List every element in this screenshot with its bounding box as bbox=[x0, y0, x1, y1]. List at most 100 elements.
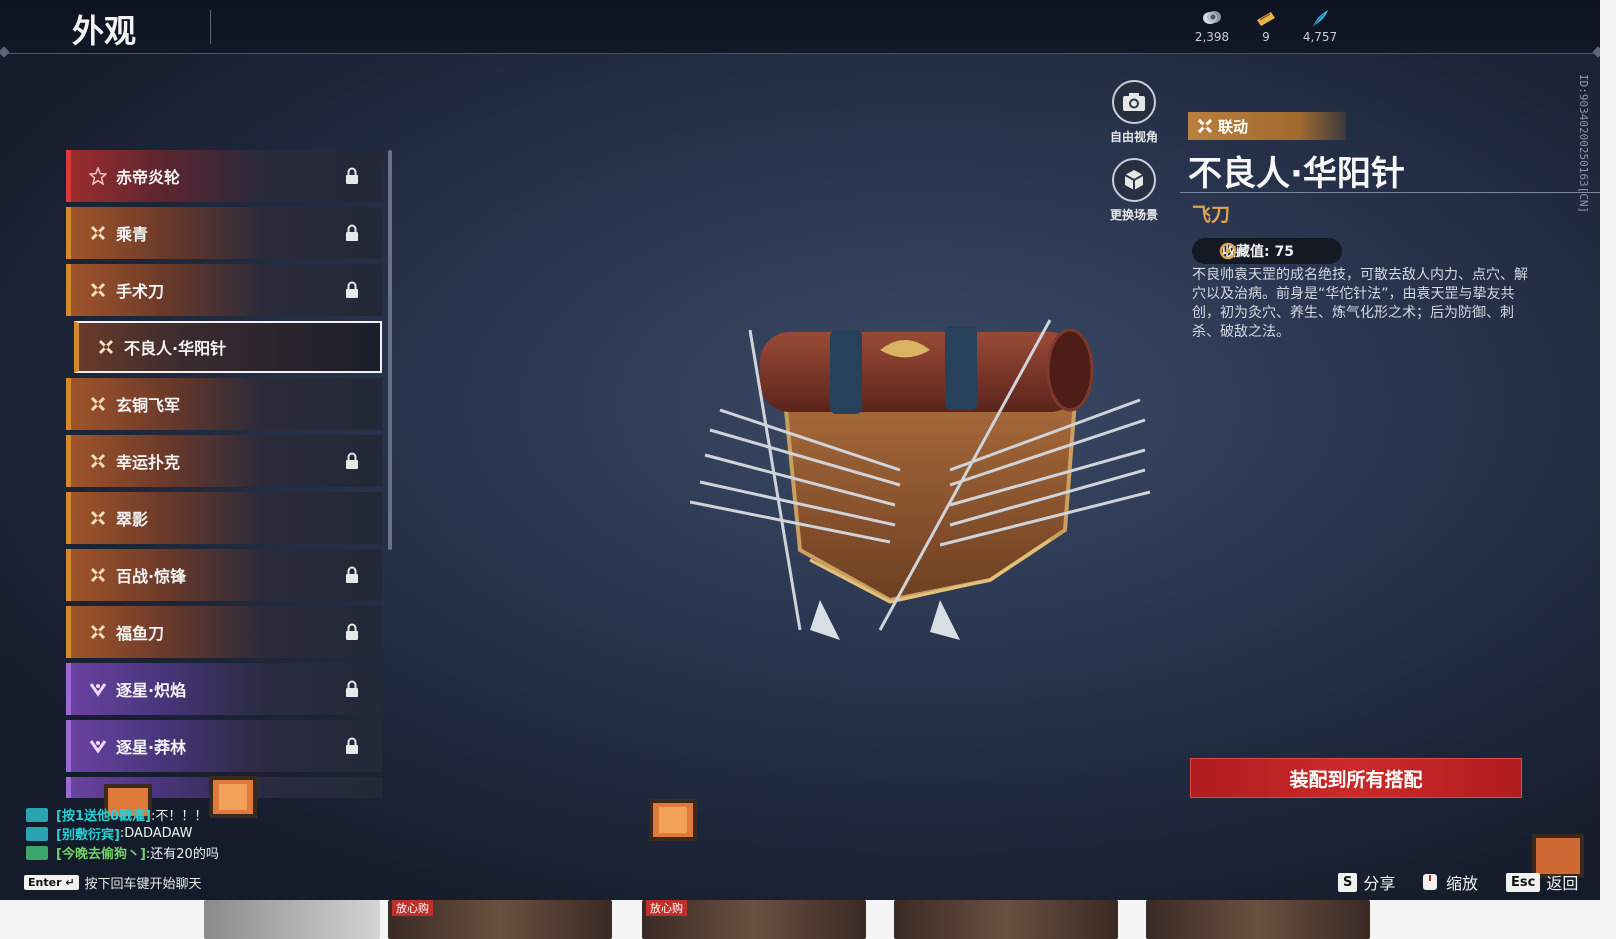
rarity-chevron-icon bbox=[89, 683, 107, 697]
game-screen: 外观 2,398 9 4,757 赤帝炎轮 乘青 手术刀 不良人·华阳针 玄铜飞… bbox=[0, 0, 1600, 900]
lock-icon bbox=[346, 566, 358, 583]
free-view-button[interactable]: 自由视角 bbox=[1099, 80, 1169, 145]
equip-all-button[interactable]: 装配到所有搭配 bbox=[1190, 758, 1522, 798]
coin-icon bbox=[1203, 11, 1221, 24]
chat-sender[interactable]: [别敷衍宾] bbox=[56, 824, 120, 843]
feather-icon bbox=[1312, 10, 1328, 27]
mouse-icon bbox=[1423, 874, 1437, 890]
list-item[interactable]: 百战·惊锋 bbox=[66, 549, 382, 601]
list-item[interactable]: 逐星·炽焰 bbox=[66, 663, 382, 715]
taskbar-badge: 放心购 bbox=[646, 900, 687, 916]
chat-box: [按1送他0戳灌] :不！！！ [别敷衍宾] :DADADAW [今晚去偷狗丶]… bbox=[26, 805, 219, 862]
taskbar: 放心购 放心购 bbox=[0, 900, 1616, 939]
lock-icon bbox=[346, 452, 358, 469]
rarity-cross-icon bbox=[90, 624, 106, 640]
chat-channel-icon bbox=[26, 845, 48, 860]
lock-icon bbox=[346, 281, 358, 298]
share-key: S bbox=[1338, 872, 1358, 892]
rarity-cross-icon bbox=[90, 225, 106, 241]
taskbar-thumbnail[interactable] bbox=[204, 900, 380, 939]
chat-sender[interactable]: [今晚去偷狗丶] bbox=[56, 843, 146, 862]
currency-coin-value: 2,398 bbox=[1194, 30, 1230, 44]
item-name: 逐星·莽林 bbox=[116, 738, 187, 757]
taskbar-thumbnail[interactable] bbox=[894, 900, 1118, 939]
lock-icon bbox=[346, 680, 358, 697]
item-name: 手术刀 bbox=[116, 282, 165, 301]
collab-icon bbox=[1197, 118, 1213, 134]
title-divider bbox=[1180, 192, 1600, 193]
top-bar: 外观 2,398 9 4,757 bbox=[0, 0, 1600, 54]
list-item[interactable]: 幸运扑克 bbox=[66, 435, 382, 487]
cube-icon bbox=[1112, 158, 1156, 202]
item-name: 玄铜飞军 bbox=[116, 396, 181, 415]
list-scrollbar[interactable] bbox=[388, 150, 392, 550]
share-label: 分享 bbox=[1363, 874, 1396, 893]
chat-message: :还有20的吗 bbox=[145, 847, 219, 862]
rarity-cross-icon bbox=[90, 453, 106, 469]
taskbar-badge: 放心购 bbox=[392, 900, 433, 916]
chat-input-hint[interactable]: Enter ↵ 按下回车键开始聊天 bbox=[24, 873, 202, 892]
free-view-label: 自由视角 bbox=[1109, 130, 1158, 144]
taskbar-thumbnail[interactable]: 放心购 bbox=[642, 900, 866, 939]
browser-side-strip bbox=[1600, 0, 1616, 900]
rarity-chevron-icon bbox=[89, 740, 107, 754]
list-item[interactable]: 逐星·莽林 bbox=[66, 720, 382, 772]
chat-message: :不！！！ bbox=[150, 809, 208, 824]
item-name: 乘青 bbox=[116, 225, 149, 244]
item-name: 幸运扑克 bbox=[116, 453, 181, 472]
item-name: 百战·惊锋 bbox=[116, 567, 187, 586]
appearance-item-list[interactable]: 赤帝炎轮 乘青 手术刀 不良人·华阳针 玄铜飞军 幸运扑克 翠影 百战·惊锋 福… bbox=[66, 150, 384, 798]
star-icon bbox=[89, 167, 107, 185]
list-item[interactable]: 手术刀 bbox=[66, 264, 382, 316]
chat-line: [别敷衍宾] :DADADAW bbox=[26, 824, 219, 843]
lock-icon bbox=[346, 224, 358, 241]
item-description: 不良帅袁天罡的成名绝技，可散去敌人内力、点穴、解穴以及治病。前身是“华佗针法”，… bbox=[1192, 267, 1528, 340]
list-item[interactable]: 玄铜飞军 bbox=[66, 378, 382, 430]
item-name: 福鱼刀 bbox=[116, 624, 165, 643]
chat-line: [按1送他0戳灌] :不！！！ bbox=[26, 805, 219, 824]
list-item[interactable]: 翠影 bbox=[66, 492, 382, 544]
item-name: 赤帝炎轮 bbox=[116, 168, 181, 187]
camera-icon bbox=[1112, 80, 1156, 124]
currency-feather: 4,757 bbox=[1290, 8, 1350, 44]
back-hint[interactable]: Esc 返回 bbox=[1506, 870, 1578, 894]
chat-hint-text: 按下回车键开始聊天 bbox=[84, 877, 202, 892]
change-scene-button[interactable]: 更换场景 bbox=[1099, 158, 1169, 223]
esc-key: Esc bbox=[1506, 872, 1541, 892]
currency-ticket: 9 bbox=[1236, 8, 1296, 44]
ticket-icon bbox=[1257, 12, 1275, 26]
list-item[interactable]: 乘青 bbox=[66, 207, 382, 259]
lantern-decoration bbox=[649, 799, 697, 841]
chat-sender[interactable]: [按1送他0戳灌] bbox=[56, 805, 151, 824]
collection-icon bbox=[1219, 242, 1237, 260]
weapon-model-preview[interactable] bbox=[690, 310, 1190, 670]
collection-value-badge: 收藏值: 75 bbox=[1192, 238, 1342, 264]
lock-icon bbox=[346, 737, 358, 754]
share-hint[interactable]: S 分享 bbox=[1338, 870, 1395, 894]
list-item[interactable]: 赤帝炎轮 bbox=[66, 150, 382, 202]
item-name: 逐星·炽焰 bbox=[116, 681, 187, 700]
currency-coin: 2,398 bbox=[1182, 8, 1242, 44]
taskbar-thumbnail[interactable] bbox=[1146, 900, 1370, 939]
list-item[interactable]: 福鱼刀 bbox=[66, 606, 382, 658]
rarity-cross-icon bbox=[90, 567, 106, 583]
rarity-cross-icon bbox=[90, 510, 106, 526]
zoom-label: 缩放 bbox=[1446, 874, 1479, 893]
collab-tag-label: 联动 bbox=[1218, 117, 1249, 136]
collab-tag-badge: 联动 bbox=[1188, 112, 1346, 140]
lock-icon bbox=[346, 623, 358, 640]
chat-line: [今晚去偷狗丶] :还有20的吗 bbox=[26, 843, 219, 862]
taskbar-thumbnail[interactable]: 放心购 bbox=[388, 900, 612, 939]
back-label: 返回 bbox=[1546, 874, 1579, 893]
zoom-hint[interactable]: 缩放 bbox=[1420, 870, 1478, 894]
page-title: 外观 bbox=[72, 12, 137, 50]
title-divider bbox=[210, 10, 211, 44]
currency-feather-value: 4,757 bbox=[1302, 30, 1338, 44]
item-name: 不良人·华阳针 bbox=[124, 339, 227, 358]
list-item-selected[interactable]: 不良人·华阳针 bbox=[74, 321, 382, 373]
lock-icon bbox=[346, 167, 358, 184]
chat-channel-icon bbox=[26, 826, 48, 841]
change-scene-label: 更换场景 bbox=[1109, 208, 1158, 222]
item-title: 不良人·华阳针 bbox=[1188, 154, 1405, 194]
rarity-cross-icon bbox=[90, 396, 106, 412]
